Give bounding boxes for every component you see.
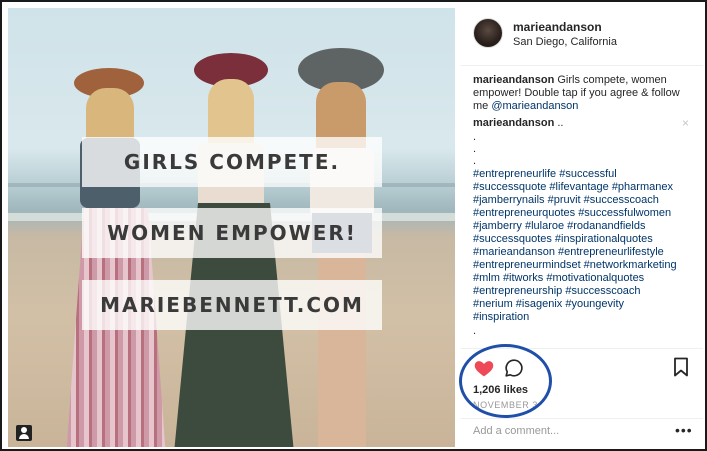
hashtag-line[interactable]: #jamberry #lularoe #rodanandfields	[473, 220, 699, 233]
add-comment-input[interactable]	[473, 425, 663, 437]
dot-line: .	[473, 131, 477, 143]
comment-row: marieandanson .. ×	[473, 117, 695, 130]
post-actions: 1,206 likes NOVEMBER 3	[459, 344, 703, 418]
dot-line: .	[473, 143, 477, 155]
hashtag-line[interactable]: #marieandanson #entrepreneurlifestyle	[473, 246, 699, 259]
post-photo[interactable]: GIRLS COMPETE. WOMEN EMPOWER! MARIEBENNE…	[8, 8, 455, 447]
avatar[interactable]	[473, 18, 503, 48]
dot-line: .	[473, 155, 477, 167]
comment-text: ..	[554, 117, 564, 129]
caption-username[interactable]: marieandanson	[473, 74, 554, 86]
hashtag-line[interactable]: #successquote #lifevantage #pharmanex	[473, 181, 699, 194]
caption-mention[interactable]: @marieandanson	[491, 100, 578, 112]
instagram-post-frame: GIRLS COMPETE. WOMEN EMPOWER! MARIEBENNE…	[0, 0, 707, 451]
close-icon[interactable]: ×	[682, 117, 689, 130]
header-location[interactable]: San Diego, California	[513, 36, 617, 48]
hashtag-line[interactable]: #entrepreneurquotes #successfulwomen	[473, 207, 699, 220]
hashtag-line[interactable]: #entrepreneurmindset #networkmarketing	[473, 259, 699, 272]
hashtag-list: #entrepreneurlife #successful #successqu…	[473, 168, 699, 324]
hashtag-line[interactable]: #mlm #itworks #motivationalquotes	[473, 272, 699, 285]
bookmark-icon[interactable]	[672, 357, 690, 377]
post-side-panel: marieandanson San Diego, California mari…	[459, 8, 703, 447]
user-tag-icon[interactable]	[16, 425, 32, 441]
header-username[interactable]: marieandanson	[513, 20, 602, 34]
hashtag-line[interactable]: #entrepreneurship #successcoach	[473, 285, 699, 298]
comment-dots: . . .	[473, 131, 476, 167]
highlight-circle	[459, 344, 552, 418]
hashtag-line[interactable]: #entrepreneurlife #successful	[473, 168, 699, 181]
overlay-line-3: MARIEBENNETT.COM	[82, 280, 382, 330]
more-options-icon[interactable]: •••	[675, 423, 693, 437]
overlay-line-1: GIRLS COMPETE.	[82, 137, 382, 187]
overlay-line-2: WOMEN EMPOWER!	[82, 208, 382, 258]
hashtag-line[interactable]: #inspiration	[473, 311, 699, 324]
hashtag-line[interactable]: #jamberrynails #pruvit #successcoach	[473, 194, 699, 207]
hashtag-line[interactable]: #successquotes #inspirationalquotes	[473, 233, 699, 246]
hashtag-line[interactable]: #nerium #isagenix #youngevity	[473, 298, 699, 311]
add-comment-bar: •••	[461, 418, 703, 447]
post-caption: marieandanson Girls compete, women empow…	[473, 74, 695, 113]
post-header: marieandanson San Diego, California	[461, 8, 703, 66]
comment-username[interactable]: marieandanson	[473, 117, 554, 129]
tail-dot: .	[473, 325, 477, 337]
